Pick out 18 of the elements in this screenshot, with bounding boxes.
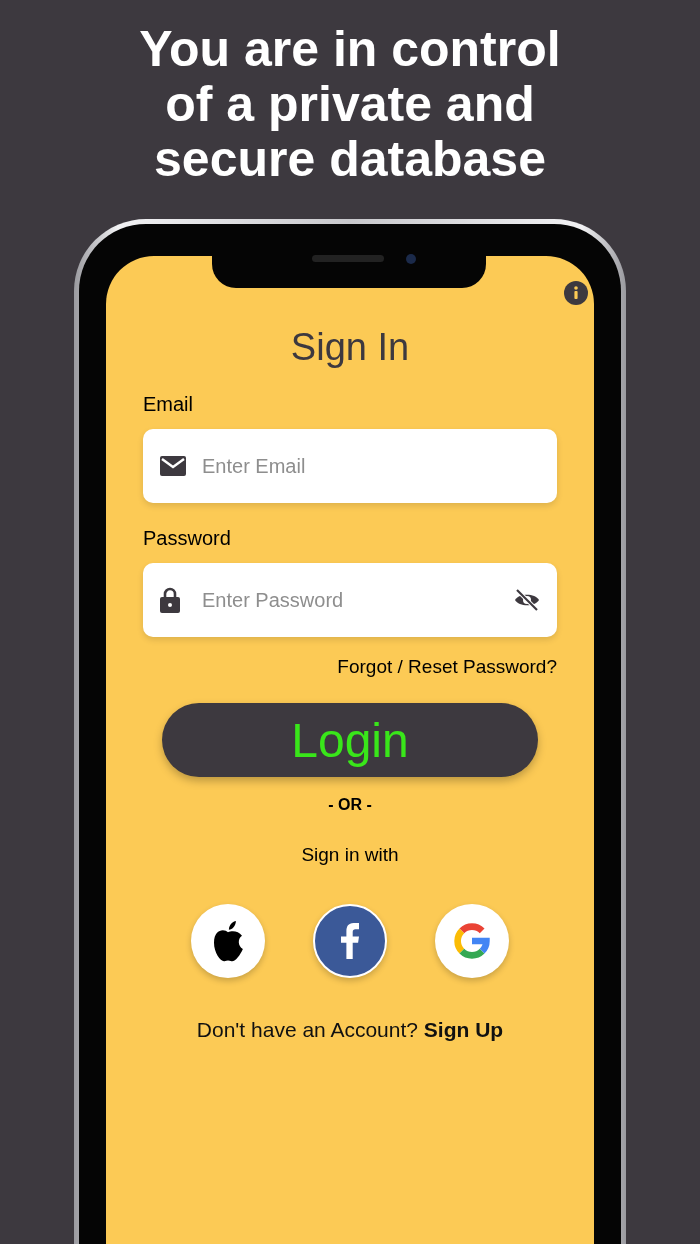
google-sign-in-button[interactable] [435, 904, 509, 978]
headline: You are in control of a private and secure database [138, 22, 562, 187]
eye-slash-icon[interactable] [513, 588, 541, 612]
apple-sign-in-button[interactable] [191, 904, 265, 978]
screen-title: Sign In [290, 325, 410, 369]
sign-up-link[interactable]: Sign Up [423, 1018, 504, 1041]
sign-up-sentence: Don't have an Account? Sign Up [196, 1018, 504, 1042]
info-icon[interactable] [564, 281, 588, 305]
facebook-sign-in-button[interactable] [313, 904, 387, 978]
field-label: Password [143, 526, 232, 551]
letter-f-icon [341, 922, 359, 960]
field-label: Email [143, 392, 194, 417]
password-field[interactable]: Enter Password [143, 563, 557, 637]
social-prompt: Sign in with [301, 844, 399, 866]
or-divider: - OR - [328, 796, 372, 814]
forgot-password-link[interactable]: Forgot / Reset Password? [337, 655, 557, 679]
email-field[interactable]: Enter Email [143, 429, 557, 503]
login-button[interactable]: Login [162, 703, 538, 777]
